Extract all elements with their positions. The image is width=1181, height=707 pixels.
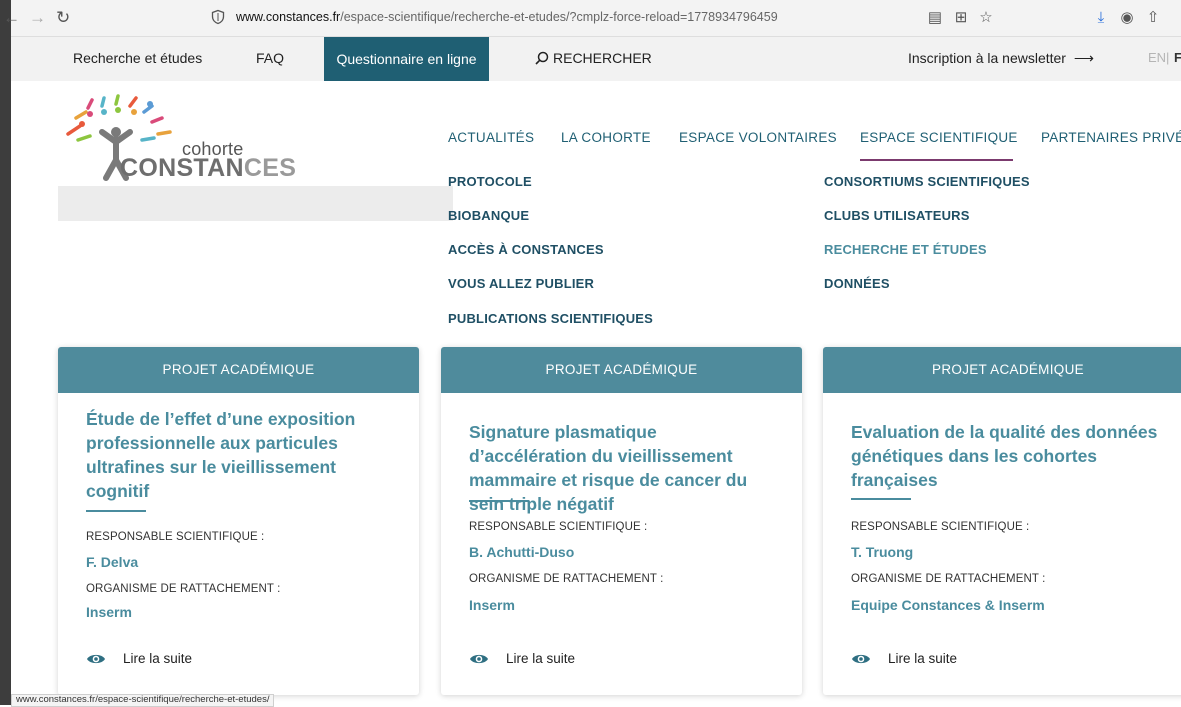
newsletter-link[interactable]: Inscription à la newsletter ⟶ [908, 50, 1094, 67]
url-text: www.constances.fr/espace-scientifique/re… [236, 10, 778, 24]
submenu-recherche-etudes[interactable]: RECHERCHE ET ÉTUDES [824, 242, 987, 257]
card-responsable-value: F. Delva [86, 554, 139, 570]
account-icon[interactable]: ◉ [1118, 9, 1136, 27]
eye-icon [470, 654, 488, 664]
submenu-publications[interactable]: PUBLICATIONS SCIENTIFIQUES [448, 311, 653, 326]
logo-underlay [58, 186, 453, 221]
card-category: PROJET ACADÉMIQUE [441, 347, 802, 393]
logo-constances-main: CONSTAN [120, 154, 244, 182]
lang-en[interactable]: EN [1148, 50, 1166, 65]
nav-espace-volontaires[interactable]: ESPACE VOLONTAIRES [679, 130, 837, 145]
card-category: PROJET ACADÉMIQUE [58, 347, 419, 393]
card-responsable-value: B. Achutti-Duso [469, 544, 575, 560]
questionnaire-button[interactable]: Questionnaire en ligne [324, 37, 489, 81]
shield-icon [211, 9, 225, 25]
project-card[interactable]: PROJET ACADÉMIQUE Signature plasmatique … [441, 347, 802, 695]
card-organisme-value: Inserm [86, 604, 132, 620]
nav-actualites[interactable]: ACTUALITÉS [448, 130, 534, 145]
back-arrow-icon[interactable]: ← [3, 8, 20, 28]
extensions-icon[interactable]: ⇧ [1144, 9, 1162, 27]
card-responsable-label: RESPONSABLE SCIENTIFIQUE : [851, 521, 1030, 533]
status-bar-url: www.constances.fr/espace-scientifique/re… [11, 694, 275, 707]
search-button[interactable]: RECHERCHER [535, 50, 652, 66]
submenu-protocole[interactable]: PROTOCOLE [448, 174, 532, 189]
card-responsable-value: T. Truong [851, 544, 914, 560]
card-organisme-value: Inserm [469, 597, 515, 613]
card-title[interactable]: Étude de l’effet d’une exposition profes… [86, 407, 386, 503]
card-organisme-value: Equipe Constances & Inserm [851, 597, 1045, 613]
submenu-clubs[interactable]: CLUBS UTILISATEURS [824, 208, 970, 223]
card-divider [469, 500, 529, 502]
bookmark-star-icon[interactable]: ☆ [977, 9, 995, 27]
submenu-biobanque[interactable]: BIOBANQUE [448, 208, 529, 223]
card-organisme-label: ORGANISME DE RATTACHEMENT : [851, 573, 1046, 585]
link-recherche-etudes[interactable]: Recherche et études [73, 50, 202, 66]
utility-bar: Recherche et études FAQ Questionnaire en… [11, 37, 1181, 81]
lang-separator: | [1166, 50, 1170, 65]
card-divider [86, 510, 146, 512]
window-edge [0, 0, 11, 705]
card-responsable-label: RESPONSABLE SCIENTIFIQUE : [86, 531, 265, 543]
browser-toolbar: ← → ↻ www.constances.fr/espace-scientifi… [3, 0, 1181, 37]
link-faq[interactable]: FAQ [256, 50, 284, 66]
read-more-label: Lire la suite [888, 651, 958, 666]
lang-fr[interactable]: FR [1174, 50, 1181, 65]
address-bar[interactable]: www.constances.fr/espace-scientifique/re… [208, 6, 1008, 30]
nav-la-cohorte[interactable]: LA COHORTE [561, 130, 651, 145]
submenu-publier[interactable]: VOUS ALLEZ PUBLIER [448, 276, 594, 291]
logo-constances-text: CONSTANCES [120, 154, 296, 183]
read-more-label: Lire la suite [123, 651, 193, 666]
reload-icon[interactable]: ↻ [56, 8, 70, 28]
read-more-label: Lire la suite [506, 651, 576, 666]
pocket-save-icon[interactable]: ⊞ [952, 9, 970, 27]
submenu-consortiums[interactable]: CONSORTIUMS SCIENTIFIQUES [824, 174, 1030, 189]
newsletter-label: Inscription à la newsletter [908, 50, 1066, 66]
logo-constances-suffix: CES [243, 154, 297, 182]
search-icon [535, 51, 549, 65]
arrow-right-icon: ⟶ [1073, 50, 1094, 66]
card-divider [851, 498, 911, 500]
project-card[interactable]: PROJET ACADÉMIQUE Evaluation de la quali… [823, 347, 1181, 695]
project-card[interactable]: PROJET ACADÉMIQUE Étude de l’effet d’une… [58, 347, 419, 695]
nav-espace-scientifique[interactable]: ESPACE SCIENTIFIQUE [860, 130, 1018, 145]
nav-partenaires-prives[interactable]: PARTENAIRES PRIVÉS [1041, 130, 1181, 145]
download-icon[interactable]: ⤓ [1092, 9, 1110, 27]
card-category: PROJET ACADÉMIQUE [823, 347, 1181, 393]
submenu-donnees[interactable]: DONNÉES [824, 276, 890, 291]
eye-icon [87, 654, 105, 664]
card-title[interactable]: Evaluation de la qualité des données gén… [851, 420, 1161, 492]
forward-arrow-icon[interactable]: → [29, 8, 46, 28]
card-organisme-label: ORGANISME DE RATTACHEMENT : [469, 573, 664, 585]
reader-view-icon[interactable]: ▤ [926, 9, 944, 27]
eye-icon [852, 654, 870, 664]
submenu-acces[interactable]: ACCÈS À CONSTANCES [448, 242, 604, 257]
search-label: RECHERCHER [553, 50, 652, 66]
card-organisme-label: ORGANISME DE RATTACHEMENT : [86, 583, 281, 595]
card-responsable-label: RESPONSABLE SCIENTIFIQUE : [469, 521, 648, 533]
nav-active-indicator [860, 159, 1013, 161]
